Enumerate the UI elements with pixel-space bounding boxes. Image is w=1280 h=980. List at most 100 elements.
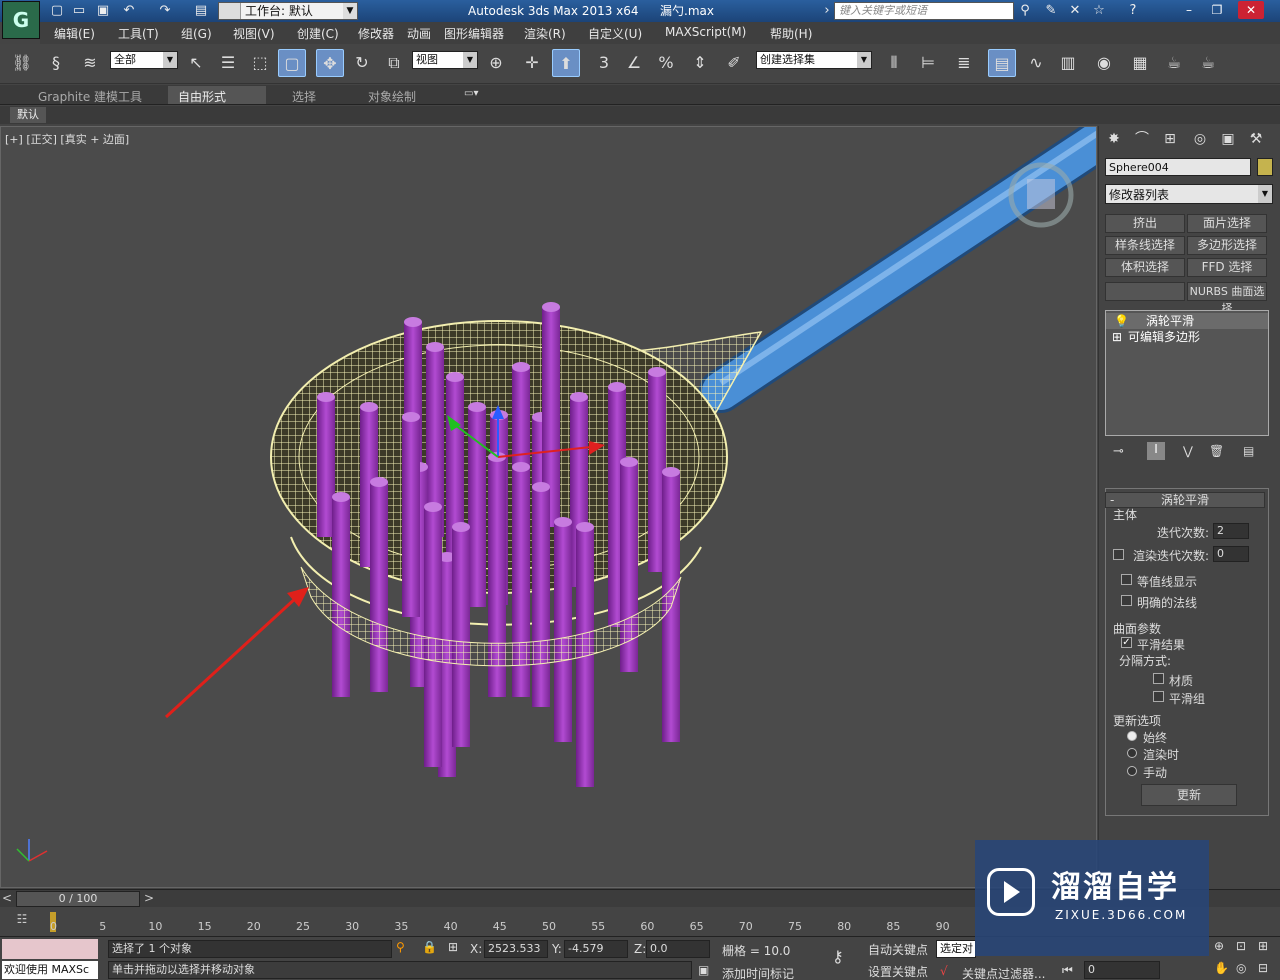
selection-filter-dropdown[interactable]: 全部 ▼ [110, 51, 178, 69]
search-input[interactable]: 键入关键字或短语 [834, 2, 1014, 20]
menu-views[interactable]: 视图(V) [233, 25, 275, 42]
current-frame-field[interactable]: 0 [1084, 961, 1160, 979]
save-file-icon[interactable]: ▣ [94, 2, 112, 20]
mod-btn-empty[interactable] [1105, 282, 1185, 301]
explicit-normals-checkbox[interactable] [1121, 595, 1132, 606]
named-selection-dropdown[interactable]: 创建选择集 ▼ [756, 51, 872, 69]
mod-btn-patch-select[interactable]: 面片选择 [1187, 214, 1267, 233]
menu-graph-editors[interactable]: 图形编辑器 [444, 25, 504, 42]
track-bar-toggle-icon[interactable]: ☷ [10, 912, 34, 930]
bulb-icon[interactable]: 💡 [1114, 313, 1129, 329]
render-teapot-icon[interactable]: ☕ [1194, 49, 1222, 77]
layer-manager-icon[interactable]: ≣ [950, 49, 978, 77]
keyboard-shortcut-override-icon[interactable]: ⬆ [552, 49, 580, 77]
menu-group[interactable]: 组(G) [181, 25, 212, 42]
manipulate-icon[interactable]: ✛ [518, 49, 546, 77]
viewport-ortho[interactable]: [+] [正交] [真实 + 边面] [0, 126, 1097, 888]
isoline-checkbox[interactable] [1121, 574, 1132, 585]
project-folder-icon[interactable]: ▤ [192, 2, 210, 20]
viewport-shading[interactable]: [真实 + 边面] [60, 133, 129, 146]
unlink-icon[interactable]: § [42, 49, 70, 77]
y-coord-field[interactable]: -4.579 [564, 940, 628, 958]
ribbon-options-icon[interactable]: ▭▾ [464, 88, 478, 99]
zoom-all-icon[interactable]: ⊞ [1258, 939, 1268, 953]
bind-space-warp-icon[interactable]: ≋ [76, 49, 104, 77]
menu-modifiers[interactable]: 修改器 [358, 25, 394, 42]
new-file-icon[interactable]: ▢ [48, 2, 66, 20]
stack-item-turbosmooth[interactable]: 💡 涡轮平滑 [1106, 313, 1268, 329]
workspace-dropdown[interactable]: 工作台: 默认 ▼ [218, 2, 358, 20]
viewport-label[interactable]: [+] [正交] [真实 + 边面] [5, 131, 129, 147]
isolate-icon[interactable]: ⚲ [396, 940, 405, 954]
add-time-tag[interactable]: 添加时间标记 [722, 965, 794, 980]
mod-btn-vol-select[interactable]: 体积选择 [1105, 258, 1185, 277]
menu-create[interactable]: 创建(C) [297, 25, 339, 42]
ribbon-tab-freeform[interactable]: 自由形式 [168, 86, 266, 104]
material-editor-icon[interactable]: ◉ [1090, 49, 1118, 77]
menu-maxscript[interactable]: MAXScript(M) [665, 25, 746, 39]
key-filters-button[interactable]: 关键点过滤器... [962, 965, 1045, 980]
mod-btn-nurbs-select[interactable]: NURBS 曲面选择 [1187, 282, 1267, 315]
open-file-icon[interactable]: ▭ [70, 2, 88, 20]
when-rendering-radio[interactable] [1127, 748, 1137, 758]
show-end-result-icon[interactable]: Ⅰ [1147, 442, 1165, 460]
time-tag-icon[interactable]: ▣ [698, 963, 709, 977]
pin-stack-icon[interactable]: ⊸ [1113, 444, 1124, 459]
menu-rendering[interactable]: 渲染(R) [524, 25, 566, 42]
maxscript-listener-pink[interactable] [2, 939, 98, 959]
maxscript-mini-listener[interactable]: 欢迎使用 MAXSc [2, 961, 98, 979]
select-by-name-icon[interactable]: ☰ [214, 49, 242, 77]
display-tab-icon[interactable]: ▣ [1217, 128, 1239, 150]
window-crossing-icon[interactable]: ▢ [278, 49, 306, 77]
absolute-mode-icon[interactable]: ⊞ [448, 940, 458, 954]
motion-tab-icon[interactable]: ◎ [1189, 128, 1211, 150]
hierarchy-tab-icon[interactable]: ⊞ [1159, 128, 1181, 150]
zoom-extents-icon[interactable]: ⊡ [1236, 939, 1246, 953]
go-to-start-icon[interactable]: ⏮ [1062, 963, 1073, 978]
redo-icon[interactable]: ↷ [156, 2, 174, 20]
menu-tools[interactable]: 工具(T) [118, 25, 159, 42]
mod-btn-ffd-select[interactable]: FFD 选择 [1187, 258, 1267, 277]
snaps-toggle-icon[interactable]: 3 [590, 49, 618, 77]
key-curve-icon[interactable]: √ [940, 964, 948, 978]
object-name-field[interactable]: Sphere004 [1105, 158, 1251, 176]
manually-radio[interactable] [1127, 766, 1137, 776]
set-key-icon[interactable]: ⚷ [832, 947, 844, 966]
utilities-tab-icon[interactable]: ⚒ [1245, 128, 1267, 150]
mod-btn-poly-select[interactable]: 多边形选择 [1187, 236, 1267, 255]
render-iters-checkbox[interactable] [1113, 549, 1124, 560]
rendered-frame-icon[interactable]: ☕ [1160, 49, 1188, 77]
ribbon-tab-graphite[interactable]: Graphite 建模工具 [38, 88, 142, 105]
exchange-icon[interactable]: ✕ [1066, 2, 1084, 20]
make-unique-icon[interactable]: ⋁ [1183, 444, 1193, 458]
align-icon[interactable]: ⊨ [914, 49, 942, 77]
menu-animation[interactable]: 动画 [407, 25, 431, 42]
render-setup-icon[interactable]: ▦ [1126, 49, 1154, 77]
always-radio[interactable] [1127, 731, 1137, 741]
orbit-icon[interactable]: ◎ [1236, 961, 1246, 975]
mod-btn-spline-select[interactable]: 样条线选择 [1105, 236, 1185, 255]
time-slider-thumb[interactable]: 0 / 100 [16, 891, 140, 907]
curve-editor-icon[interactable]: ∿ [1022, 49, 1050, 77]
binoculars-icon[interactable]: ⚲ [1016, 2, 1034, 20]
stack-item-editable-poly[interactable]: ⊞ 可编辑多边形 [1106, 329, 1268, 345]
select-move-icon[interactable]: ✥ [316, 49, 344, 77]
percent-snap-icon[interactable]: % [652, 49, 680, 77]
favorites-star-icon[interactable]: ☆ [1090, 2, 1108, 20]
menu-edit[interactable]: 编辑(E) [54, 25, 95, 42]
modifier-stack[interactable]: 💡 涡轮平滑 ⊞ 可编辑多边形 [1105, 310, 1269, 436]
edit-named-selection-icon[interactable]: ✐ [720, 49, 748, 77]
iterations-spinner[interactable]: 2 [1213, 523, 1249, 539]
selected-dropdown[interactable]: 选定对 [936, 940, 976, 958]
maximize-button[interactable]: ❐ [1204, 1, 1230, 19]
link-icon[interactable]: ⛓ [8, 49, 36, 77]
select-object-icon[interactable]: ↖ [182, 49, 210, 77]
viewport-menu[interactable]: [+] [5, 133, 23, 146]
select-scale-icon[interactable]: ⧉ [380, 49, 408, 77]
zoom-icon[interactable]: ⊕ [1214, 939, 1224, 953]
app-logo-icon[interactable]: G [2, 1, 40, 39]
mod-btn-extrude[interactable]: 挤出 [1105, 214, 1185, 233]
close-button[interactable]: ✕ [1238, 1, 1264, 19]
select-rotate-icon[interactable]: ↻ [348, 49, 376, 77]
undo-icon[interactable]: ↶ [120, 2, 138, 20]
